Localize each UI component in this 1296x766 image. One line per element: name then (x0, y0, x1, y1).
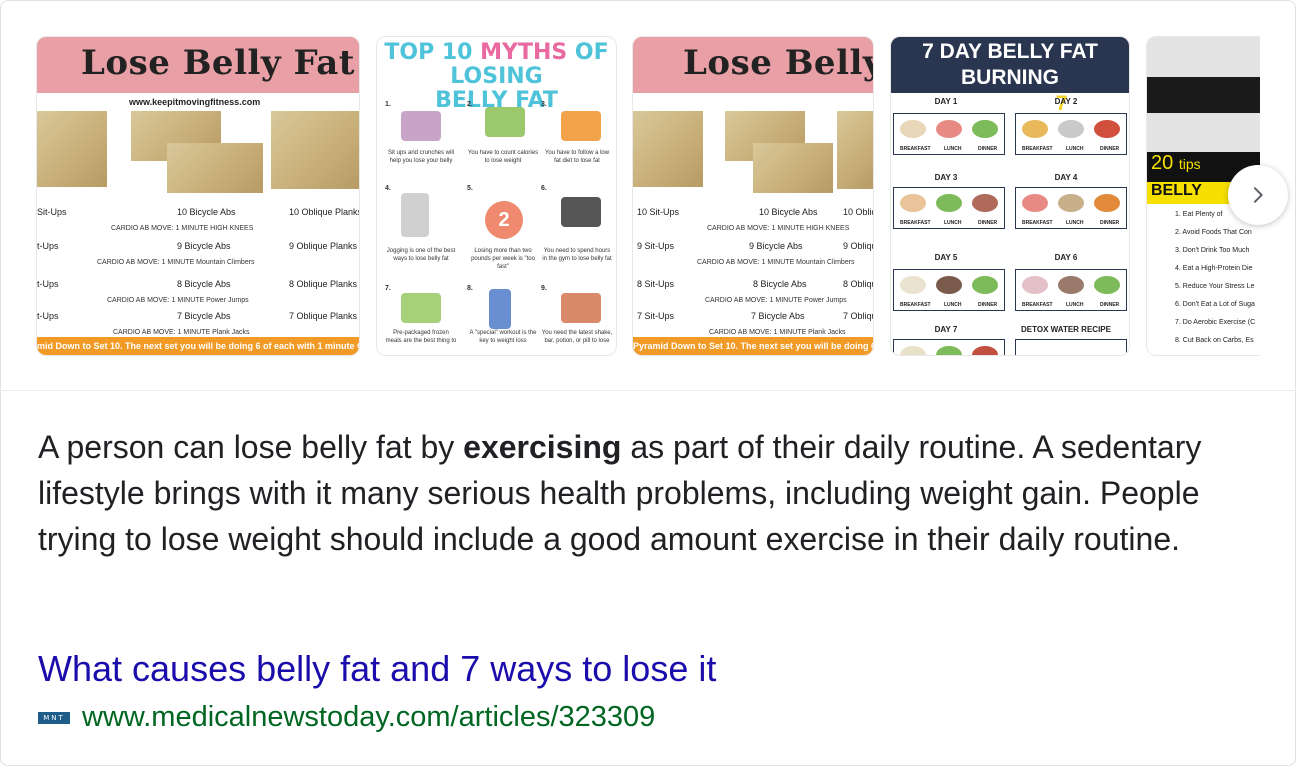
exercise-photo (167, 143, 263, 193)
thumbnail-1-site: www.keepitmovingfitness.com (129, 97, 261, 107)
myth-number: 6. (541, 185, 547, 192)
detox-recipe-box (1015, 339, 1127, 355)
detox-label: DETOX WATER RECIPE (1021, 325, 1111, 334)
image-thumbnail-4[interactable]: 7 DAY BELLY FAT BURNING DIET TO LOSE 7 L… (890, 36, 1130, 356)
myth-number: 2. (467, 101, 473, 108)
myth-text: Sit ups and crunches will help you lose … (387, 150, 455, 164)
cardio-note: CARDIO AB MOVE: 1 MINUTE Power Jumps (705, 297, 847, 304)
cardio-note: CARDIO AB MOVE: 1 MINUTE Plank Jacks (709, 329, 846, 336)
myth-text: Losing more than two pounds per week is … (471, 248, 535, 270)
chevron-right-icon (1253, 187, 1263, 203)
situp-illustration (401, 111, 441, 141)
exercise-photo (271, 111, 359, 189)
myth-text: You need to spend hours in the gym to lo… (542, 248, 612, 262)
thumbnail-1-footer: mid Down to Set 10. The next set you wil… (37, 337, 359, 355)
meal-plan-box: BREAKFAST LUNCH DINNER (1015, 187, 1127, 229)
cardio-note: CARDIO AB MOVE: 1 MINUTE Plank Jacks (113, 329, 250, 336)
answer-highlight: exercising (463, 429, 622, 465)
myth-number: 1. (385, 101, 391, 108)
snippet-answer-text: A person can lose belly fat by exercisin… (38, 429, 1202, 557)
fruit-illustration (561, 111, 601, 141)
thumbnail-3-footer: Pyramid Down to Set 10. The next set you… (633, 337, 873, 355)
jogger-illustration (401, 193, 429, 237)
thumbnail-1-title: Lose Belly Fat (81, 43, 356, 83)
tip-item: 3. Don't Drink Too Much (1175, 247, 1250, 254)
cardio-note: CARDIO AB MOVE: 1 MINUTE Mountain Climbe… (697, 259, 855, 266)
tip-item: 8. Cut Back on Carbs, Es (1175, 337, 1254, 344)
image-thumbnail-3[interactable]: Lose Belly Fat 10 Sit-Ups10 Bicycle Abs1… (632, 36, 874, 356)
myth-text: Jogging is one of the best ways to lose … (386, 248, 456, 262)
workout-figure-illustration (489, 289, 511, 329)
two-pounds-badge: 2 (485, 201, 523, 239)
thumbnail-1-header: Lose Belly Fat (37, 37, 359, 93)
myth-number: 4. (385, 185, 391, 192)
meal-plan-box (893, 339, 1005, 355)
day-label: DAY 2 (1054, 97, 1078, 106)
frozen-meal-illustration (401, 293, 441, 323)
meal-plan-box: BREAKFAST LUNCH DINNER (893, 187, 1005, 229)
myth-number: 9. (541, 285, 547, 292)
day-label: DAY 5 (934, 253, 958, 262)
myth-number: 5. (467, 185, 473, 192)
day-label: DAY 7 (934, 325, 958, 334)
image-thumbnail-2[interactable]: TOP 10 MYTHS OF LOSING BELLY FAT 1. Sit … (376, 36, 617, 356)
cardio-note: CARDIO AB MOVE: 1 MINUTE HIGH KNEES (111, 225, 254, 232)
site-favicon: MNT (38, 712, 70, 724)
silhouette-band (1147, 77, 1260, 113)
result-title-link[interactable]: What causes belly fat and 7 ways to lose… (38, 646, 716, 692)
image-carousel: Lose Belly Fat www.keepitmovingfitness.c… (36, 36, 1260, 356)
exercise-photo (37, 111, 107, 187)
cardio-note: CARDIO AB MOVE: 1 MINUTE Mountain Climbe… (97, 259, 255, 266)
myth-text: You have to follow a low fat diet to los… (544, 150, 610, 164)
myth-text: You need the latest shake, bar, potion, … (541, 330, 613, 344)
meal-plan-box: BREAKFAST LUNCH DINNER (893, 113, 1005, 155)
tip-item: 2. Avoid Foods That Con (1175, 229, 1252, 236)
myth-text: A "special" workout is the key to weight… (469, 330, 537, 344)
day-label: DAY 4 (1054, 173, 1078, 182)
thumbnail-2-title: TOP 10 MYTHS OF LOSING BELLY FAT (384, 40, 609, 113)
day-label: DAY 1 (934, 97, 958, 106)
section-divider (0, 390, 1296, 391)
carousel-next-button[interactable] (1228, 165, 1288, 225)
treadmill-illustration (561, 197, 601, 227)
exercise-photo (753, 143, 833, 193)
supplement-illustration (561, 293, 601, 323)
meal-plan-box: BREAKFAST LUNCH DINNER (893, 269, 1005, 311)
thumbnail-4-header: 7 DAY BELLY FAT BURNING DIET TO LOSE 7 L… (891, 37, 1129, 115)
tip-item: 5. Reduce Your Stress Le (1175, 283, 1255, 290)
scale-apple-illustration (485, 107, 525, 137)
myth-number: 7. (385, 285, 391, 292)
thumbnail-3-header: Lose Belly Fat (633, 37, 873, 93)
tip-item: 4. Eat a High-Protein Die (1175, 265, 1253, 272)
meal-plan-box: BREAKFAST LUNCH DINNER (1015, 269, 1127, 311)
thumbnail-3-title: Lose Belly Fat (683, 43, 874, 83)
myth-text: You have to count calories to lose weigh… (467, 150, 539, 164)
myth-text: Pre-packaged frozen meals are the best t… (385, 330, 457, 344)
cardio-note: CARDIO AB MOVE: 1 MINUTE HIGH KNEES (707, 225, 850, 232)
exercise-photo (633, 111, 703, 187)
result-url[interactable]: www.medicalnewstoday.com/articles/323309 (82, 698, 655, 736)
exercise-photo (837, 111, 873, 189)
cardio-note: CARDIO AB MOVE: 1 MINUTE Power Jumps (107, 297, 249, 304)
meal-plan-box: BREAKFAST LUNCH DINNER (1015, 113, 1127, 155)
tip-item: 6. Don't Eat a Lot of Suga (1175, 301, 1255, 308)
myth-number: 8. (467, 285, 473, 292)
day-label: DAY 3 (934, 173, 958, 182)
myth-number: 3. (541, 101, 547, 108)
image-thumbnail-1[interactable]: Lose Belly Fat www.keepitmovingfitness.c… (36, 36, 360, 356)
tip-item: 1. Eat Plenty of (1175, 211, 1223, 218)
day-label: DAY 6 (1054, 253, 1078, 262)
tip-item: 7. Do Aerobic Exercise (C (1175, 319, 1256, 326)
